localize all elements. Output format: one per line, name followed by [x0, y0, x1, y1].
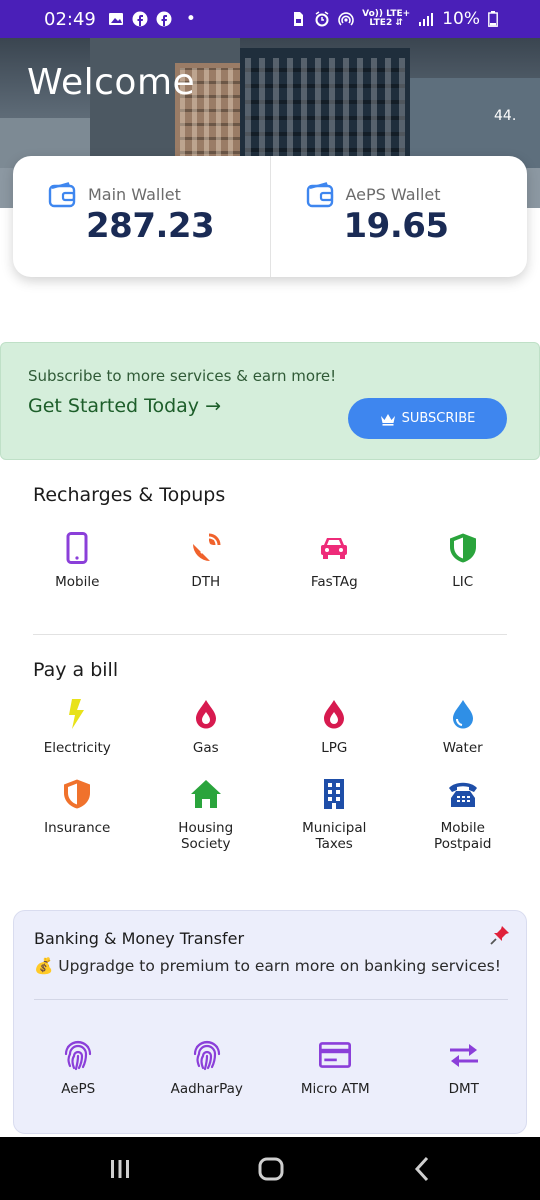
insurance-shield-icon [64, 779, 91, 809]
crown-icon [380, 413, 395, 426]
subscribe-promo: Subscribe to more services & earn more! … [0, 342, 540, 460]
subscribe-button[interactable]: SUBSCRIBE [348, 398, 507, 439]
welcome-title: Welcome [27, 62, 196, 103]
wallet-card: Main Wallet 287.23 AePS Wallet 19.65 [13, 156, 527, 277]
gas-drop-icon [195, 700, 216, 729]
recharges-grid: Mobile DTH FasTAg LIC [13, 532, 527, 590]
back-icon[interactable] [407, 1153, 439, 1185]
fingerprint-icon [193, 1040, 220, 1071]
service-housing-society[interactable]: Housing Society [142, 778, 271, 852]
alarm-icon [315, 11, 329, 27]
service-lic[interactable]: LIC [399, 532, 528, 590]
hotspot-icon [338, 12, 354, 26]
banking-grid: AePS AadharPay Micro ATM DMT [14, 1039, 528, 1097]
lpg-drop-icon [324, 700, 345, 729]
service-dth[interactable]: DTH [142, 532, 271, 590]
promo-subtitle: Subscribe to more services & earn more! [28, 367, 337, 385]
telephone-icon [448, 782, 477, 807]
service-insurance[interactable]: Insurance [13, 778, 142, 852]
recharges-title: Recharges & Topups [33, 484, 226, 506]
system-nav-bar [0, 1137, 540, 1200]
car-icon [321, 538, 348, 559]
service-mobile-postpaid[interactable]: Mobile Postpaid [399, 778, 528, 852]
service-fastag[interactable]: FasTAg [270, 532, 399, 590]
fingerprint-icon [65, 1040, 92, 1071]
aeps-wallet-label: AePS Wallet [345, 185, 441, 204]
satellite-dish-icon [192, 533, 221, 561]
transfer-arrows-icon [449, 1044, 478, 1067]
service-electricity[interactable]: Electricity [13, 698, 142, 756]
building-icon [324, 779, 345, 809]
banking-divider [34, 999, 508, 1000]
main-wallet[interactable]: Main Wallet 287.23 [13, 156, 270, 277]
bills-grid-row1: Electricity Gas LPG Water [13, 698, 527, 756]
recents-icon[interactable] [104, 1153, 136, 1185]
battery-text: 10% [442, 9, 480, 29]
wallet-icon [306, 182, 333, 208]
banking-premium-message: 💰 Upgradge to premium to earn more on ba… [34, 957, 501, 975]
status-bar: 02:49 • Vo)) LTE+ LTE2 ⇵ 10% [0, 0, 540, 38]
header-side-text: 44. [494, 108, 517, 124]
battery-icon [488, 11, 498, 27]
aeps-wallet[interactable]: AePS Wallet 19.65 [269, 156, 528, 277]
home-icon [190, 780, 221, 808]
sim-icon [294, 12, 304, 26]
service-lpg[interactable]: LPG [270, 698, 399, 756]
service-micro-atm[interactable]: Micro ATM [271, 1039, 400, 1097]
network-indicator: Vo)) LTE+ LTE2 ⇵ [362, 9, 411, 28]
hero-windows [245, 58, 405, 168]
home-icon[interactable] [255, 1153, 287, 1185]
mobile-phone-icon [66, 532, 88, 564]
lightning-icon [69, 699, 85, 729]
subscribe-label: SUBSCRIBE [401, 411, 476, 426]
main-wallet-label: Main Wallet [88, 185, 181, 204]
service-mobile[interactable]: Mobile [13, 532, 142, 590]
service-aeps[interactable]: AePS [14, 1039, 143, 1097]
section-divider [33, 634, 507, 635]
service-water[interactable]: Water [399, 698, 528, 756]
aeps-wallet-balance: 19.65 [343, 206, 450, 246]
pin-icon[interactable] [490, 925, 510, 945]
pay-bill-title: Pay a bill [33, 659, 119, 681]
wallet-icon [48, 182, 76, 208]
get-started-link[interactable]: Get Started Today → [28, 395, 221, 417]
status-time: 02:49 [44, 8, 96, 30]
banking-title: Banking & Money Transfer [34, 929, 245, 948]
status-dot: • [185, 9, 196, 29]
service-municipal-taxes[interactable]: Municipal Taxes [270, 778, 399, 852]
gallery-icon [108, 13, 123, 25]
bills-grid-row2: Insurance Housing Society Municipal Taxe… [13, 778, 527, 852]
signal-icon [419, 13, 434, 26]
service-aadharpay[interactable]: AadharPay [143, 1039, 272, 1097]
water-drop-icon [452, 700, 473, 729]
banking-card: Banking & Money Transfer 💰 Upgradge to p… [13, 910, 527, 1134]
shield-icon [449, 533, 476, 563]
main-wallet-balance: 287.23 [86, 206, 215, 246]
service-dmt[interactable]: DMT [400, 1039, 529, 1097]
service-gas[interactable]: Gas [142, 698, 271, 756]
facebook-icon [132, 11, 148, 27]
facebook-icon [156, 11, 172, 27]
card-icon [319, 1042, 352, 1068]
